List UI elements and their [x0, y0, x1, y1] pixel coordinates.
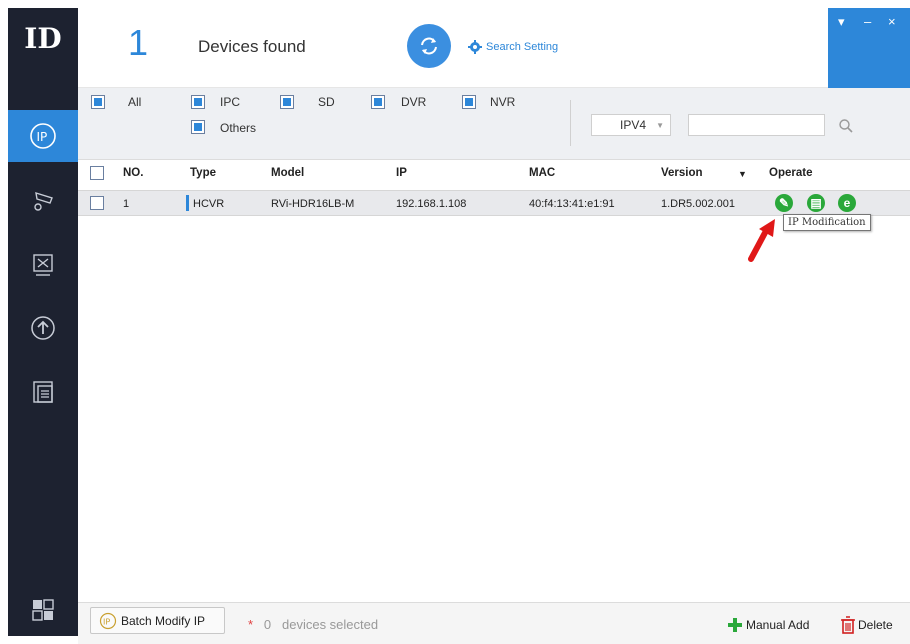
edit-icon[interactable]: ✎ [775, 194, 793, 212]
gear-icon [468, 40, 482, 54]
sidebar: ID IP [8, 8, 78, 636]
cell-type: HCVR [193, 198, 225, 210]
close-icon[interactable]: × [888, 14, 896, 29]
sidebar-item-upgrade[interactable] [8, 302, 78, 354]
batch-modify-ip-button[interactable]: IP Batch Modify IP [90, 607, 225, 634]
devices-found-label: Devices found [198, 37, 306, 56]
delete-button[interactable]: Delete [840, 616, 893, 634]
filter-sd-label: SD [318, 95, 335, 109]
protocol-select[interactable]: IPV4 ▼ [591, 114, 671, 136]
filter-dvr-checkbox[interactable] [371, 95, 385, 109]
browser-icon[interactable]: e [838, 194, 856, 212]
tools-icon [33, 254, 53, 276]
batch-modify-ip-label: Batch Modify IP [121, 613, 206, 628]
minimize-icon[interactable]: – [864, 14, 871, 29]
cell-mac: 40:f4:13:41:e1:91 [529, 198, 615, 210]
manual-add-label: Manual Add [746, 618, 810, 632]
col-ip[interactable]: IP [396, 167, 407, 179]
grid-icon [32, 599, 54, 621]
search-input[interactable] [688, 114, 825, 136]
filter-all-label: All [128, 95, 142, 109]
app-logo: ID [24, 22, 62, 55]
dropdown-menu-icon[interactable]: ▾ [838, 14, 845, 30]
camera-config-icon [34, 191, 53, 211]
row-checkbox[interactable] [90, 196, 104, 210]
sidebar-item-system-tools[interactable] [8, 238, 78, 290]
main-panel: 1 Devices found Search Setting ▾ – × All… [78, 8, 910, 644]
red-arrow-annotation [748, 219, 775, 262]
search-setting-button[interactable]: Search Setting [468, 40, 558, 54]
filter-others-label: Others [220, 121, 257, 135]
plus-icon [728, 618, 742, 632]
ip-icon: IP [99, 612, 117, 629]
filter-all-checkbox[interactable] [91, 95, 105, 109]
filter-divider [570, 100, 571, 146]
cell-version: 1.DR5.002.001 [661, 198, 735, 210]
select-all-checkbox[interactable] [90, 166, 104, 180]
filter-dvr-label: DVR [401, 95, 427, 109]
manual-add-button[interactable]: Manual Add [726, 616, 809, 634]
selected-suffix: devices selected [281, 617, 379, 632]
bottom-bar: IP Batch Modify IP * 0 devices selected … [78, 602, 910, 644]
upgrade-icon [31, 316, 55, 340]
version-filter-chevron-icon[interactable]: ▼ [738, 169, 747, 179]
search-setting-label: Search Setting [486, 41, 559, 53]
selected-count: 0 [263, 617, 272, 632]
col-mac[interactable]: MAC [529, 167, 555, 179]
filter-ipc-checkbox[interactable] [191, 95, 205, 109]
cell-ip: 192.168.1.108 [396, 198, 467, 210]
web-config-icon[interactable]: ▤ [807, 194, 825, 212]
trash-icon [841, 616, 855, 634]
table-row[interactable]: 1 HCVR RVi-HDR16LB-M 192.168.1.108 40:f4… [78, 190, 910, 216]
filter-nvr-checkbox[interactable] [462, 95, 476, 109]
delete-label: Delete [858, 618, 893, 632]
chevron-down-icon: ▼ [656, 121, 664, 130]
sidebar-item-documents[interactable] [8, 366, 78, 418]
filter-sd-checkbox[interactable] [280, 95, 294, 109]
col-model[interactable]: Model [271, 167, 304, 179]
type-indicator [186, 195, 189, 211]
svg-text:IP: IP [103, 617, 110, 626]
filter-others-checkbox[interactable] [191, 120, 205, 134]
col-version[interactable]: Version [661, 167, 703, 179]
selected-status: * 0 devices selected [248, 617, 378, 632]
sidebar-item-device-config[interactable] [8, 174, 78, 226]
window-controls: ▾ – × [828, 8, 910, 88]
col-no[interactable]: NO. [123, 167, 143, 179]
tooltip: IP Modification [783, 214, 871, 231]
filter-nvr-label: NVR [490, 95, 516, 109]
sidebar-item-apps[interactable] [8, 584, 78, 636]
cell-no: 1 [123, 198, 130, 210]
refresh-icon [421, 37, 437, 55]
svg-text:IP: IP [37, 130, 48, 144]
table-header: NO. Type Model IP MAC Version ▼ Operate [78, 161, 910, 187]
filter-ipc-label: IPC [220, 95, 241, 109]
protocol-select-value: IPV4 [620, 118, 647, 132]
docs-icon [33, 381, 53, 403]
cell-model: RVi-HDR16LB-M [271, 198, 355, 210]
col-operate: Operate [769, 167, 813, 179]
col-type[interactable]: Type [190, 167, 216, 179]
selected-star: * [248, 617, 254, 632]
search-icon[interactable] [838, 118, 854, 134]
sidebar-item-ip-config[interactable]: IP [8, 110, 78, 162]
device-count: 1 [128, 22, 149, 63]
top-bar: 1 Devices found Search Setting ▾ – × [78, 8, 910, 88]
filter-bar: All IPC SD DVR NVR Others IPV4 ▼ [78, 88, 910, 160]
refresh-button[interactable] [407, 24, 451, 68]
ip-icon: IP [30, 123, 56, 149]
